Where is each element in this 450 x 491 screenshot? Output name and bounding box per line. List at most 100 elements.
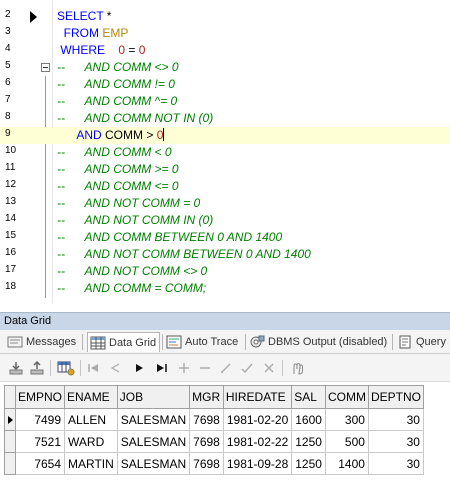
code-text[interactable]: -- AND COMM >= 0: [57, 162, 179, 177]
code-text[interactable]: SELECT *: [57, 9, 111, 24]
table-cell-job[interactable]: SALESMAN: [116, 430, 191, 453]
export-button[interactable]: [27, 358, 47, 378]
post-edit-button[interactable]: [237, 358, 257, 378]
tab-dbms-output[interactable]: DBMS Output (disabled): [247, 332, 387, 352]
code-text[interactable]: -- AND NOT COMM IN (0): [57, 213, 213, 228]
code-text[interactable]: AND COMM > 0: [57, 128, 165, 143]
code-line[interactable]: 6 -- AND COMM != 0: [0, 76, 450, 93]
code-line[interactable]: 5 -- AND COMM <> 0: [0, 59, 450, 76]
table-cell-sal[interactable]: 1250: [291, 452, 326, 475]
code-line[interactable]: 12 -- AND COMM <= 0: [0, 178, 450, 195]
table-cell-job[interactable]: SALESMAN: [116, 452, 191, 475]
table-cell-comm[interactable]: 1400: [324, 452, 369, 475]
code-text[interactable]: FROM EMP: [57, 26, 129, 41]
edit-record-button[interactable]: [216, 358, 236, 378]
table-cell-mgr[interactable]: 7698: [189, 430, 224, 453]
auto-trace-icon: [166, 335, 182, 349]
code-line[interactable]: 2 SELECT *: [0, 8, 450, 25]
code-text[interactable]: -- AND NOT COMM <> 0: [57, 264, 207, 279]
table-cell-ename[interactable]: ALLEN: [64, 408, 118, 431]
tab-data-grid[interactable]: Data Grid: [87, 332, 160, 352]
code-line[interactable]: 4 WHERE 0 = 0: [0, 42, 450, 59]
code-line[interactable]: 13 -- AND NOT COMM = 0: [0, 195, 450, 212]
table-cell-ename[interactable]: MARTIN: [64, 452, 118, 475]
row-selector[interactable]: [4, 408, 16, 431]
row-selector[interactable]: [4, 430, 16, 453]
code-line[interactable]: 8 -- AND COMM NOT IN (0): [0, 110, 450, 127]
code-text[interactable]: -- AND COMM <> 0: [57, 60, 179, 75]
refresh-button[interactable]: [287, 358, 307, 378]
prior-record-button[interactable]: [106, 358, 126, 378]
code-text[interactable]: -- AND COMM ^= 0: [57, 94, 177, 109]
code-token: EMP: [102, 26, 129, 40]
cancel-edit-button[interactable]: [259, 358, 279, 378]
table-cell-hiredate[interactable]: 1981-02-22: [222, 430, 293, 453]
code-line[interactable]: 17 -- AND NOT COMM <> 0: [0, 263, 450, 280]
sql-editor[interactable]: 2 SELECT * 3 FROM EMP 4 WHERE 0 = 0 5 -- AND …: [0, 0, 450, 303]
code-text[interactable]: WHERE 0 = 0: [57, 43, 145, 58]
table-cell-hiredate[interactable]: 1981-09-28: [222, 452, 293, 475]
table-cell-empno[interactable]: 7521: [14, 430, 66, 453]
code-line[interactable]: 3 FROM EMP: [0, 25, 450, 42]
code-line[interactable]: 18 -- AND COMM = COMM;: [0, 280, 450, 297]
code-line[interactable]: 14 -- AND NOT COMM IN (0): [0, 212, 450, 229]
code-line[interactable]: 7 -- AND COMM ^= 0: [0, 93, 450, 110]
import-button[interactable]: [6, 358, 26, 378]
table-cell-empno[interactable]: 7499: [14, 408, 66, 431]
code-line[interactable]: 15 -- AND COMM BETWEEN 0 AND 1400: [0, 229, 450, 246]
code-text[interactable]: -- AND NOT COMM = 0: [57, 196, 200, 211]
code-text[interactable]: -- AND COMM = COMM;: [57, 281, 206, 296]
code-text[interactable]: -- AND COMM NOT IN (0): [57, 111, 213, 126]
delete-record-button[interactable]: [195, 358, 215, 378]
row-selector[interactable]: [4, 452, 16, 475]
table-cell-comm[interactable]: 300: [324, 408, 369, 431]
code-token: =: [125, 43, 139, 57]
data-grid: EMPNO ENAME JOB MGR HIREDATE SAL COMM DEPTNO 74…: [0, 382, 450, 491]
column-header-sal[interactable]: SAL: [291, 385, 326, 409]
code-text[interactable]: -- AND COMM < 0: [57, 145, 172, 160]
code-text[interactable]: -- AND NOT COMM BETWEEN 0 AND 1400: [57, 247, 311, 262]
grid-corner-cell[interactable]: [4, 385, 16, 409]
column-header-job[interactable]: JOB: [116, 385, 191, 409]
table-cell-mgr[interactable]: 7698: [189, 452, 224, 475]
table-cell-hiredate[interactable]: 1981-02-20: [222, 408, 293, 431]
table-cell-sal[interactable]: 1250: [291, 430, 326, 453]
code-line[interactable]: 10 -- AND COMM < 0: [0, 144, 450, 161]
code-line[interactable]: 16 -- AND NOT COMM BETWEEN 0 AND 1400: [0, 246, 450, 263]
tab-messages[interactable]: Messages: [5, 332, 76, 352]
insert-record-button[interactable]: [174, 358, 194, 378]
tab-auto-trace[interactable]: Auto Trace: [164, 332, 238, 352]
column-header-comm[interactable]: COMM: [324, 385, 369, 409]
code-text[interactable]: -- AND COMM <= 0: [57, 179, 179, 194]
tab-query[interactable]: Query: [395, 332, 446, 352]
fold-toggle-icon[interactable]: [41, 63, 50, 72]
table-cell-mgr[interactable]: 7698: [189, 408, 224, 431]
table-cell-job[interactable]: SALESMAN: [116, 408, 191, 431]
table-cell-ename[interactable]: WARD: [64, 430, 118, 453]
table-cell-sal[interactable]: 1600: [291, 408, 326, 431]
code-text[interactable]: -- AND COMM != 0: [57, 77, 175, 92]
next-record-button[interactable]: [129, 358, 149, 378]
cancel-edit-icon: [264, 363, 274, 373]
column-header-hiredate[interactable]: HIREDATE: [222, 385, 293, 409]
column-header-ename[interactable]: ENAME: [64, 385, 118, 409]
code-line[interactable]: 9 AND COMM > 0: [0, 127, 450, 144]
table-cell-deptno[interactable]: 30: [367, 408, 424, 431]
table-row[interactable]: 7654 MARTIN SALESMAN 7698 1981-09-28 1250 1400…: [4, 452, 424, 475]
column-header-deptno[interactable]: DEPTNO: [367, 385, 424, 409]
table-cell-deptno[interactable]: 30: [367, 430, 424, 453]
table-row[interactable]: 7499 ALLEN SALESMAN 7698 1981-02-20 1600 300 30: [4, 408, 424, 431]
line-number: 10: [5, 145, 17, 156]
table-cell-empno[interactable]: 7654: [14, 452, 66, 475]
code-line[interactable]: 11 -- AND COMM >= 0: [0, 161, 450, 178]
table-cell-deptno[interactable]: 30: [367, 452, 424, 475]
last-record-button[interactable]: [151, 358, 171, 378]
column-header-mgr[interactable]: MGR: [189, 385, 224, 409]
first-record-button[interactable]: [84, 358, 104, 378]
column-header-empno[interactable]: EMPNO: [14, 385, 66, 409]
grid-options-button[interactable]: [56, 358, 76, 378]
table-cell-comm[interactable]: 500: [324, 430, 369, 453]
table-row[interactable]: 7521 WARD SALESMAN 7698 1981-02-22 1250 500 30: [4, 430, 424, 453]
toolbar-separator: [282, 360, 283, 376]
code-text[interactable]: -- AND COMM BETWEEN 0 AND 1400: [57, 230, 282, 245]
